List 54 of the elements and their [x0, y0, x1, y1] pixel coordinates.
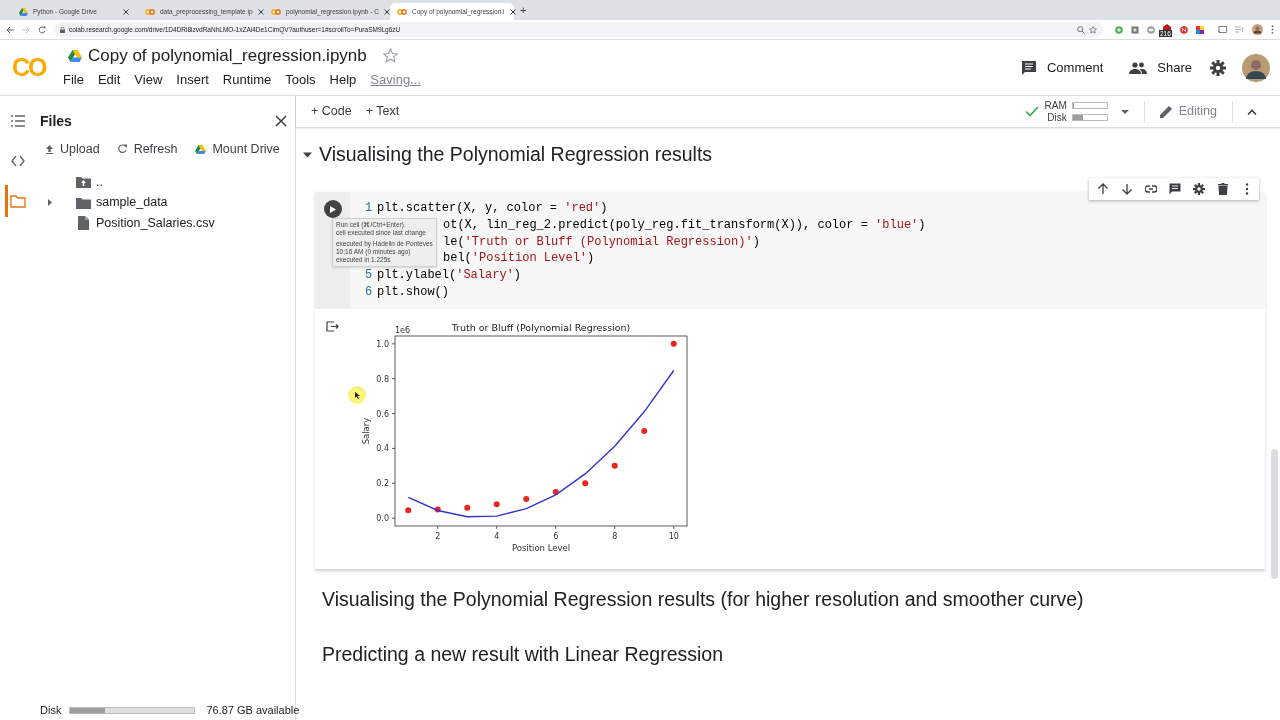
menu-item[interactable]: Edit: [97, 69, 121, 90]
line-number: 1: [365, 200, 374, 217]
editing-mode-button[interactable]: Editing: [1159, 102, 1217, 121]
code-line[interactable]: bel('Position Level'): [443, 250, 595, 268]
disk-space-text: 76.87 GB available: [206, 702, 300, 718]
menu-item[interactable]: File: [63, 69, 84, 90]
axis-label: Salary: [361, 417, 371, 445]
chart-title: Truth or Bluff (Polynomial Regression): [451, 322, 631, 333]
meter-label: Disk: [1047, 111, 1067, 124]
share-button[interactable]: Share: [1129, 57, 1192, 78]
section-heading: Predicting a new result with Linear Regression: [322, 642, 724, 668]
add-cell-button[interactable]: + Text: [365, 102, 400, 121]
code-line[interactable]: ot(X, lin_reg_2.predict(poly_reg.fit_transform(X)), color = 'blue'): [443, 216, 926, 234]
tick-label: 0.0: [376, 514, 389, 524]
meter-label: RAM: [1044, 99, 1067, 112]
new-tab-button[interactable]: +: [520, 1, 527, 18]
code-line[interactable]: le('Truth or Bluff (Polynomial Regression)'): [443, 233, 760, 251]
tick-label: 0.4: [376, 444, 389, 454]
code-line[interactable]: plt.show(): [377, 284, 449, 301]
tick-label: 0.2: [376, 479, 389, 489]
notebook-title[interactable]: Copy of polynomial_regression.ipynb: [88, 45, 367, 66]
file-name[interactable]: Position_Salaries.csv: [96, 213, 215, 233]
add-cell-button[interactable]: + Code: [311, 102, 352, 121]
menu-item[interactable]: Help: [329, 69, 357, 90]
tick-label: 4: [494, 532, 500, 541]
tick-label: 0.6: [376, 409, 389, 419]
tick-label: 8: [612, 532, 618, 541]
menu-item[interactable]: View: [134, 69, 163, 90]
drive-button[interactable]: Mount Drive: [195, 139, 280, 159]
disk-label: Disk: [40, 702, 62, 718]
resources-indicator[interactable]: RAM Disk: [1024, 99, 1108, 124]
upload-button[interactable]: Upload: [45, 139, 100, 159]
menu-item[interactable]: Insert: [176, 69, 209, 90]
section-heading: Visualising the Polynomial Regression results (for higher resolution and smoother curve): [322, 587, 1084, 613]
file-name[interactable]: sample_data: [96, 193, 168, 213]
panel-title: Files: [40, 111, 72, 131]
menu-item[interactable]: Runtime: [222, 69, 272, 90]
refresh-button[interactable]: Refresh: [117, 139, 178, 159]
tick-label: 0.8: [376, 374, 389, 384]
save-status: Saving...: [370, 70, 421, 89]
tick-label: 1.0: [376, 339, 389, 349]
tick-label: 2: [435, 532, 441, 541]
code-line[interactable]: plt.ylabel('Salary'): [377, 267, 522, 284]
axis-scale-label: 1e6: [395, 326, 411, 335]
comment-button[interactable]: Comment: [1020, 57, 1104, 78]
axis-label: Position Level: [511, 543, 571, 553]
code-line[interactable]: plt.scatter(X, y, color = 'red'): [377, 200, 608, 217]
tick-label: 6: [553, 532, 559, 541]
section-heading: Visualising the Polynomial Regression results: [319, 142, 713, 168]
menu-item[interactable]: Tools: [285, 69, 316, 90]
tick-label: 10: [668, 532, 679, 541]
line-number: 6: [365, 284, 374, 301]
file-name[interactable]: ..: [96, 172, 103, 192]
line-number: 5: [365, 267, 374, 284]
